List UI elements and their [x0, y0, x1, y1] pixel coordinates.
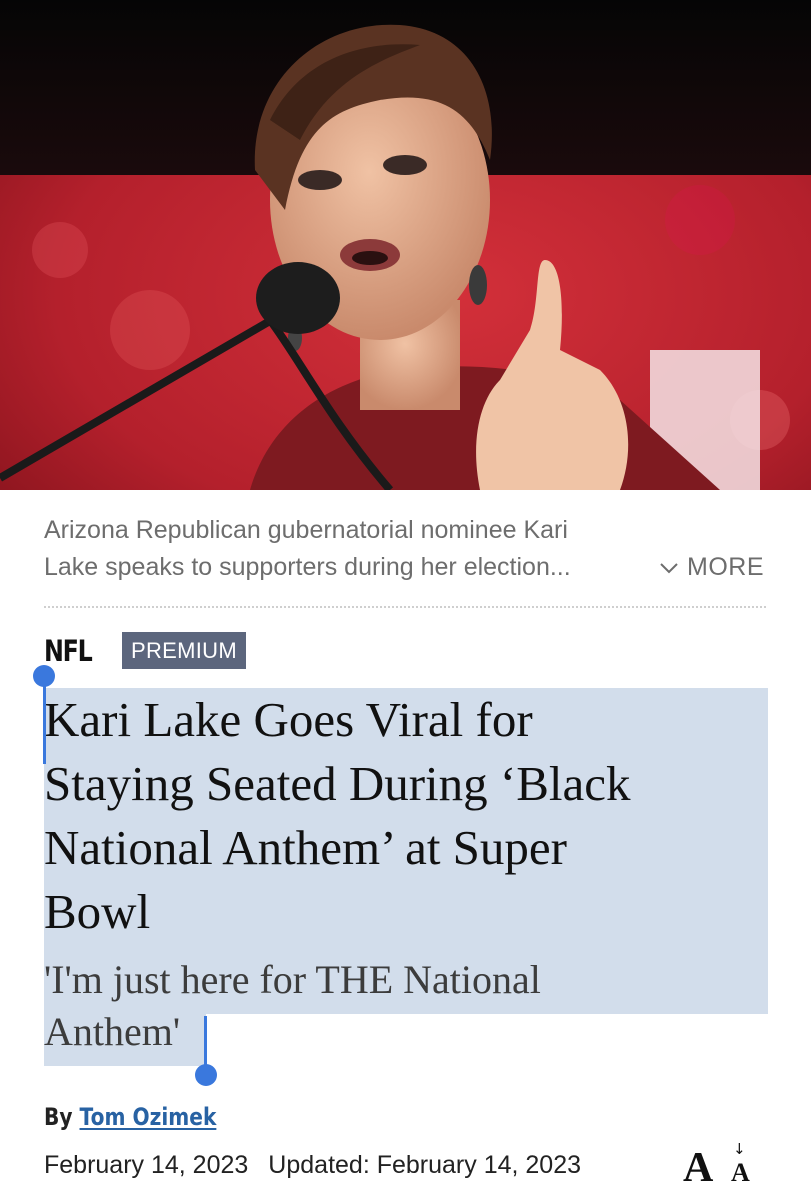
headline-line: Staying Seated During ‘Black [44, 756, 631, 811]
selection-start-caret [43, 686, 46, 764]
subhead-line: Anthem' [44, 1009, 181, 1054]
caption-line: Arizona Republican gubernatorial nominee… [44, 516, 568, 544]
category-link[interactable]: NFL [44, 634, 96, 668]
byline-prefix: By [44, 1103, 73, 1131]
subhead-line: 'I'm just here for THE National [44, 957, 541, 1002]
photo-illustration [0, 0, 811, 490]
author-link[interactable]: Tom Ozimek [80, 1103, 217, 1131]
headline-line: National Anthem’ at Super [44, 820, 567, 875]
headline-line: Bowl [44, 884, 151, 939]
article-subheadline[interactable]: 'I'm just here for THE National Anthem' [44, 954, 768, 1058]
font-size-button[interactable]: A ↓ A [683, 1140, 763, 1191]
arrow-down-icon: ↓ [733, 1140, 746, 1158]
divider [44, 606, 766, 608]
font-size-small-icon: A [731, 1158, 750, 1187]
font-size-large-icon: A [683, 1145, 714, 1191]
headline-line: Kari Lake Goes Viral for [44, 692, 533, 747]
more-label: MORE [687, 553, 764, 581]
caption-line: Lake speaks to supporters during her ele… [44, 553, 571, 581]
byline: By Tom Ozimek [44, 1103, 216, 1131]
chevron-down-icon [660, 562, 678, 573]
article-dates: February 14, 2023 Updated: February 14, 2… [44, 1151, 581, 1180]
premium-badge: PREMIUM [122, 632, 246, 669]
hero-image[interactable] [0, 0, 811, 490]
selection-end-handle[interactable] [195, 1064, 217, 1086]
article-tags: NFL PREMIUM [44, 632, 246, 669]
published-date: February 14, 2023 [44, 1151, 249, 1179]
article-headline[interactable]: Kari Lake Goes Viral for Staying Seated … [44, 688, 768, 944]
updated-date: Updated: February 14, 2023 [268, 1151, 582, 1179]
caption-more-button[interactable]: MORE [659, 549, 764, 586]
selection-start-handle[interactable] [33, 665, 55, 687]
photo-caption: Arizona Republican gubernatorial nominee… [44, 512, 764, 586]
